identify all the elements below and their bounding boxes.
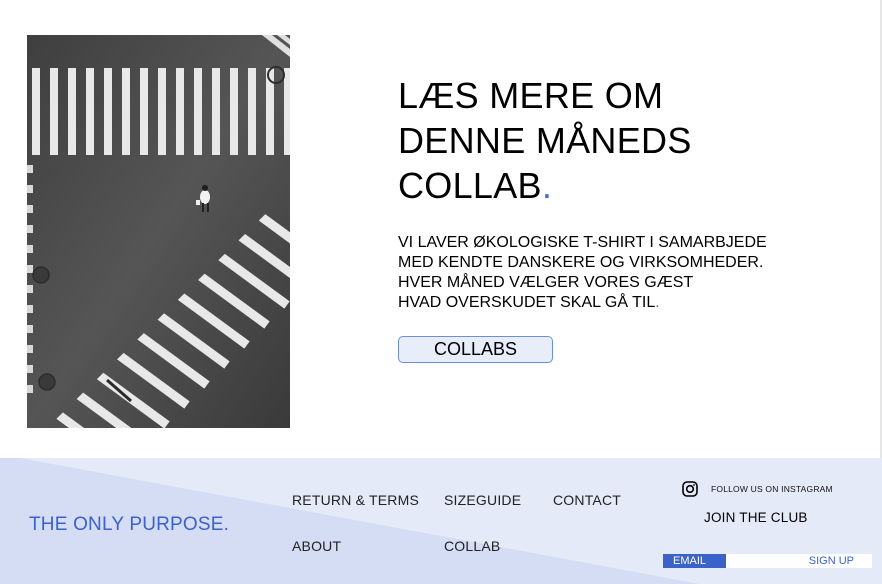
- follow-instagram-label[interactable]: FOLLOW US ON INSTAGRAM: [711, 484, 833, 494]
- newsletter-email-input[interactable]: [663, 554, 726, 568]
- hero-title-line-3-text: COLLAB: [398, 165, 542, 206]
- footer-link-contact[interactable]: CONTACT: [553, 492, 621, 508]
- hero-title-line-2: DENNE MÅNEDS: [398, 120, 692, 161]
- hero-description-line-2: MED KENDTE DANSKERE OG VIRKSOMHEDER.: [398, 254, 764, 271]
- hero-description-line-4: HVAD OVERSKUDET SKAL GÅ TIL.: [398, 293, 798, 313]
- footer-brand[interactable]: THE ONLY PURPOSE.: [29, 514, 229, 536]
- instagram-icon[interactable]: [682, 481, 698, 497]
- collabs-button[interactable]: COLLABS: [398, 336, 553, 363]
- signup-button[interactable]: SIGN UP: [726, 554, 872, 568]
- hero-title-line-1: LÆS MERE OM: [398, 75, 664, 116]
- hero-title: LÆS MERE OM DENNE MÅNEDS COLLAB.: [398, 73, 728, 208]
- join-club-heading: JOIN THE CLUB: [704, 510, 808, 525]
- hero-description-accent-dot: .: [655, 294, 660, 311]
- footer-link-return-terms[interactable]: RETURN & TERMS: [292, 492, 419, 508]
- footer: THE ONLY PURPOSE. RETURN & TERMS SIZEGUI…: [0, 458, 882, 584]
- footer-link-about[interactable]: ABOUT: [292, 538, 341, 554]
- hero-title-line-3: COLLAB.: [398, 163, 728, 208]
- hero-photo-crosswalk: [27, 35, 290, 428]
- footer-link-collab[interactable]: COLLAB: [444, 538, 500, 554]
- hero-description-line-4-text: HVAD OVERSKUDET SKAL GÅ TIL: [398, 294, 656, 311]
- hero-description: VI LAVER ØKOLOGISKE T-SHIRT I SAMARBJEDE…: [398, 233, 798, 313]
- footer-link-sizeguide[interactable]: SIZEGUIDE: [444, 492, 521, 508]
- hero-description-line-1: VI LAVER ØKOLOGISKE T-SHIRT I SAMARBJEDE: [398, 234, 767, 251]
- hero-description-line-3: HVER MÅNED VÆLGER VORES GÆST: [398, 274, 694, 291]
- hero-title-accent-dot: .: [541, 165, 553, 206]
